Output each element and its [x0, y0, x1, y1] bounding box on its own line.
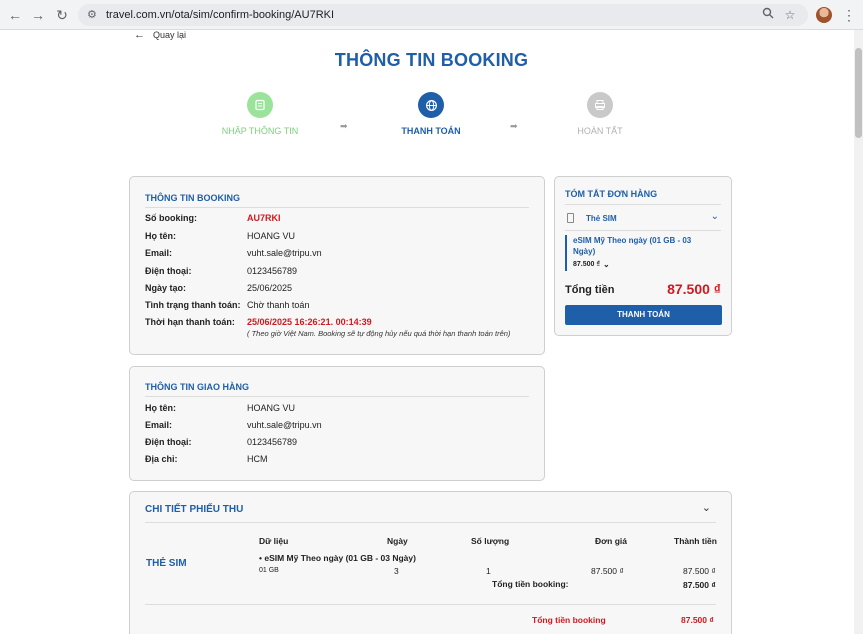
- row-label: Email:: [145, 420, 173, 430]
- printer-icon: [587, 92, 613, 118]
- row-label: Điện thoại:: [145, 437, 192, 447]
- row-value: HOANG VU: [247, 403, 296, 413]
- order-summary-card: TÓM TẮT ĐƠN HÀNG Thẻ SIM ⌄ eSIM Mỹ Theo …: [554, 176, 732, 336]
- booking-number: AU7RKI: [247, 213, 281, 223]
- reload-icon[interactable]: ↻: [53, 6, 71, 24]
- site-info-icon[interactable]: ⚙: [87, 8, 101, 22]
- total-label: Tổng tiền: [565, 284, 615, 296]
- row-value: 0123456789: [247, 266, 298, 276]
- step-label: NHẬP THÔNG TIN: [221, 126, 299, 136]
- row-value: vuht.sale@tripu.vn: [247, 248, 322, 258]
- back-label: Quay lại: [153, 30, 187, 40]
- booking-info-heading: THÔNG TIN BOOKING: [145, 193, 240, 203]
- total-value: 87.500 ₫: [667, 281, 721, 297]
- chevron-down-icon: ⌄: [710, 211, 719, 222]
- subtotal-value: 87.500 ₫: [683, 580, 716, 590]
- divider: [145, 207, 529, 208]
- page-title: THÔNG TIN BOOKING: [334, 50, 529, 70]
- grand-total-value: 87.500 ₫: [681, 615, 714, 625]
- receipt-section-label: THẺ SIM: [146, 558, 187, 569]
- item-data: 01 GB: [259, 567, 279, 574]
- row-value: 0123456789: [247, 437, 298, 447]
- back-arrow-icon[interactable]: ←: [6, 6, 24, 24]
- row-label: Điện thoại:: [145, 266, 192, 276]
- row-label: Ngày tạo:: [145, 283, 187, 293]
- form-icon: [247, 92, 273, 118]
- col-qty: Số lượng: [471, 536, 510, 546]
- url-text[interactable]: travel.com.vn/ota/sim/confirm-booking/AU…: [106, 8, 334, 22]
- product-name-line2: Ngày): [573, 247, 596, 256]
- order-summary-heading: TÓM TẮT ĐƠN HÀNG: [565, 189, 658, 199]
- pay-button[interactable]: THANH TOÁN: [565, 305, 722, 325]
- zoom-icon[interactable]: [760, 7, 776, 23]
- col-data: Dữ liệu: [259, 536, 289, 546]
- step-arrow-icon: ➡: [510, 121, 518, 131]
- grand-total-label: Tổng tiền booking: [532, 615, 606, 625]
- row-label: Email:: [145, 248, 173, 258]
- product-item: eSIM Mỹ Theo ngày (01 GB - 03 Ngày) 87.5…: [565, 235, 723, 271]
- row-label: Họ tên:: [145, 403, 176, 413]
- left-arrow-icon: ←: [134, 29, 145, 41]
- step-enter-info: NHẬP THÔNG TIN: [210, 92, 310, 136]
- delivery-info-heading: THÔNG TIN GIAO HÀNG: [145, 382, 249, 392]
- booking-info-card: THÔNG TIN BOOKING Số booking: AU7RKI Họ …: [129, 176, 545, 355]
- step-complete: HOÀN TẤT: [550, 92, 650, 136]
- col-unit-price: Đơn giá: [595, 536, 628, 546]
- product-name-line1: eSIM Mỹ Theo ngày (01 GB - 03: [573, 236, 692, 245]
- divider: [145, 604, 716, 605]
- forward-arrow-icon[interactable]: →: [29, 6, 47, 24]
- item-unit-price: 87.500 ₫: [591, 566, 624, 576]
- product-price-toggle[interactable]: 87.500 ₫ ⌄: [573, 260, 610, 269]
- item-qty: 1: [486, 566, 491, 576]
- browser-toolbar: ← → ↻ ⚙ travel.com.vn/ota/sim/confirm-bo…: [0, 0, 863, 30]
- receipt-heading[interactable]: CHI TIẾT PHIẾU THU: [145, 504, 243, 515]
- address-bar[interactable]: ⚙ travel.com.vn/ota/sim/confirm-booking/…: [78, 4, 808, 26]
- payment-deadline: 25/06/2025 16:26:21. 00:14:39: [247, 317, 372, 327]
- item-days: 3: [394, 566, 399, 576]
- delivery-info-card: THÔNG TIN GIAO HÀNG Họ tên: HOANG VU Ema…: [129, 366, 545, 481]
- globe-icon: [418, 92, 444, 118]
- step-label: HOÀN TẤT: [577, 126, 623, 136]
- row-value: HOANG VU: [247, 231, 296, 241]
- item-amount: 87.500 ₫: [683, 566, 716, 576]
- divider: [565, 230, 721, 231]
- deadline-note: ( Theo giờ Việt Nam. Booking sẽ tự động …: [247, 329, 511, 338]
- subtotal-label: Tổng tiền booking:: [492, 579, 569, 589]
- chevron-down-icon: ⌄: [602, 260, 610, 269]
- row-label: Họ tên:: [145, 231, 176, 241]
- row-label: Tình trạng thanh toán:: [145, 300, 241, 310]
- row-value: 25/06/2025: [247, 283, 293, 293]
- step-arrow-icon: ➡: [340, 121, 348, 131]
- chevron-down-icon[interactable]: ⌄: [702, 501, 711, 514]
- back-link[interactable]: ← Quay lại: [134, 29, 186, 41]
- divider: [145, 522, 716, 523]
- step-payment: THANH TOÁN: [381, 92, 481, 136]
- item-name: • eSIM Mỹ Theo ngày (01 GB - 03 Ngày): [259, 553, 416, 563]
- col-days: Ngày: [387, 536, 408, 546]
- row-value: vuht.sale@tripu.vn: [247, 420, 322, 430]
- col-amount: Thành tiền: [674, 536, 717, 546]
- row-value: HCM: [247, 454, 268, 464]
- receipt-card: CHI TIẾT PHIẾU THU ⌄ THẺ SIM Dữ liệu Ngà…: [129, 491, 732, 634]
- avatar[interactable]: [816, 7, 832, 23]
- sim-card-icon: [567, 213, 574, 223]
- row-label: Số booking:: [145, 213, 197, 223]
- menu-icon[interactable]: ⋮: [842, 6, 856, 24]
- row-label: Địa chỉ:: [145, 454, 178, 464]
- scrollbar[interactable]: [854, 30, 863, 634]
- sim-category-label: Thẻ SIM: [586, 214, 617, 223]
- star-icon[interactable]: ☆: [782, 7, 798, 23]
- sim-category-toggle[interactable]: Thẻ SIM ⌄: [565, 210, 723, 226]
- product-price: 87.500 ₫: [573, 261, 600, 268]
- row-label: Thời hạn thanh toán:: [145, 317, 235, 327]
- step-label: THANH TOÁN: [401, 126, 461, 136]
- divider: [565, 204, 721, 205]
- row-value: Chờ thanh toán: [247, 300, 310, 310]
- divider: [145, 396, 529, 397]
